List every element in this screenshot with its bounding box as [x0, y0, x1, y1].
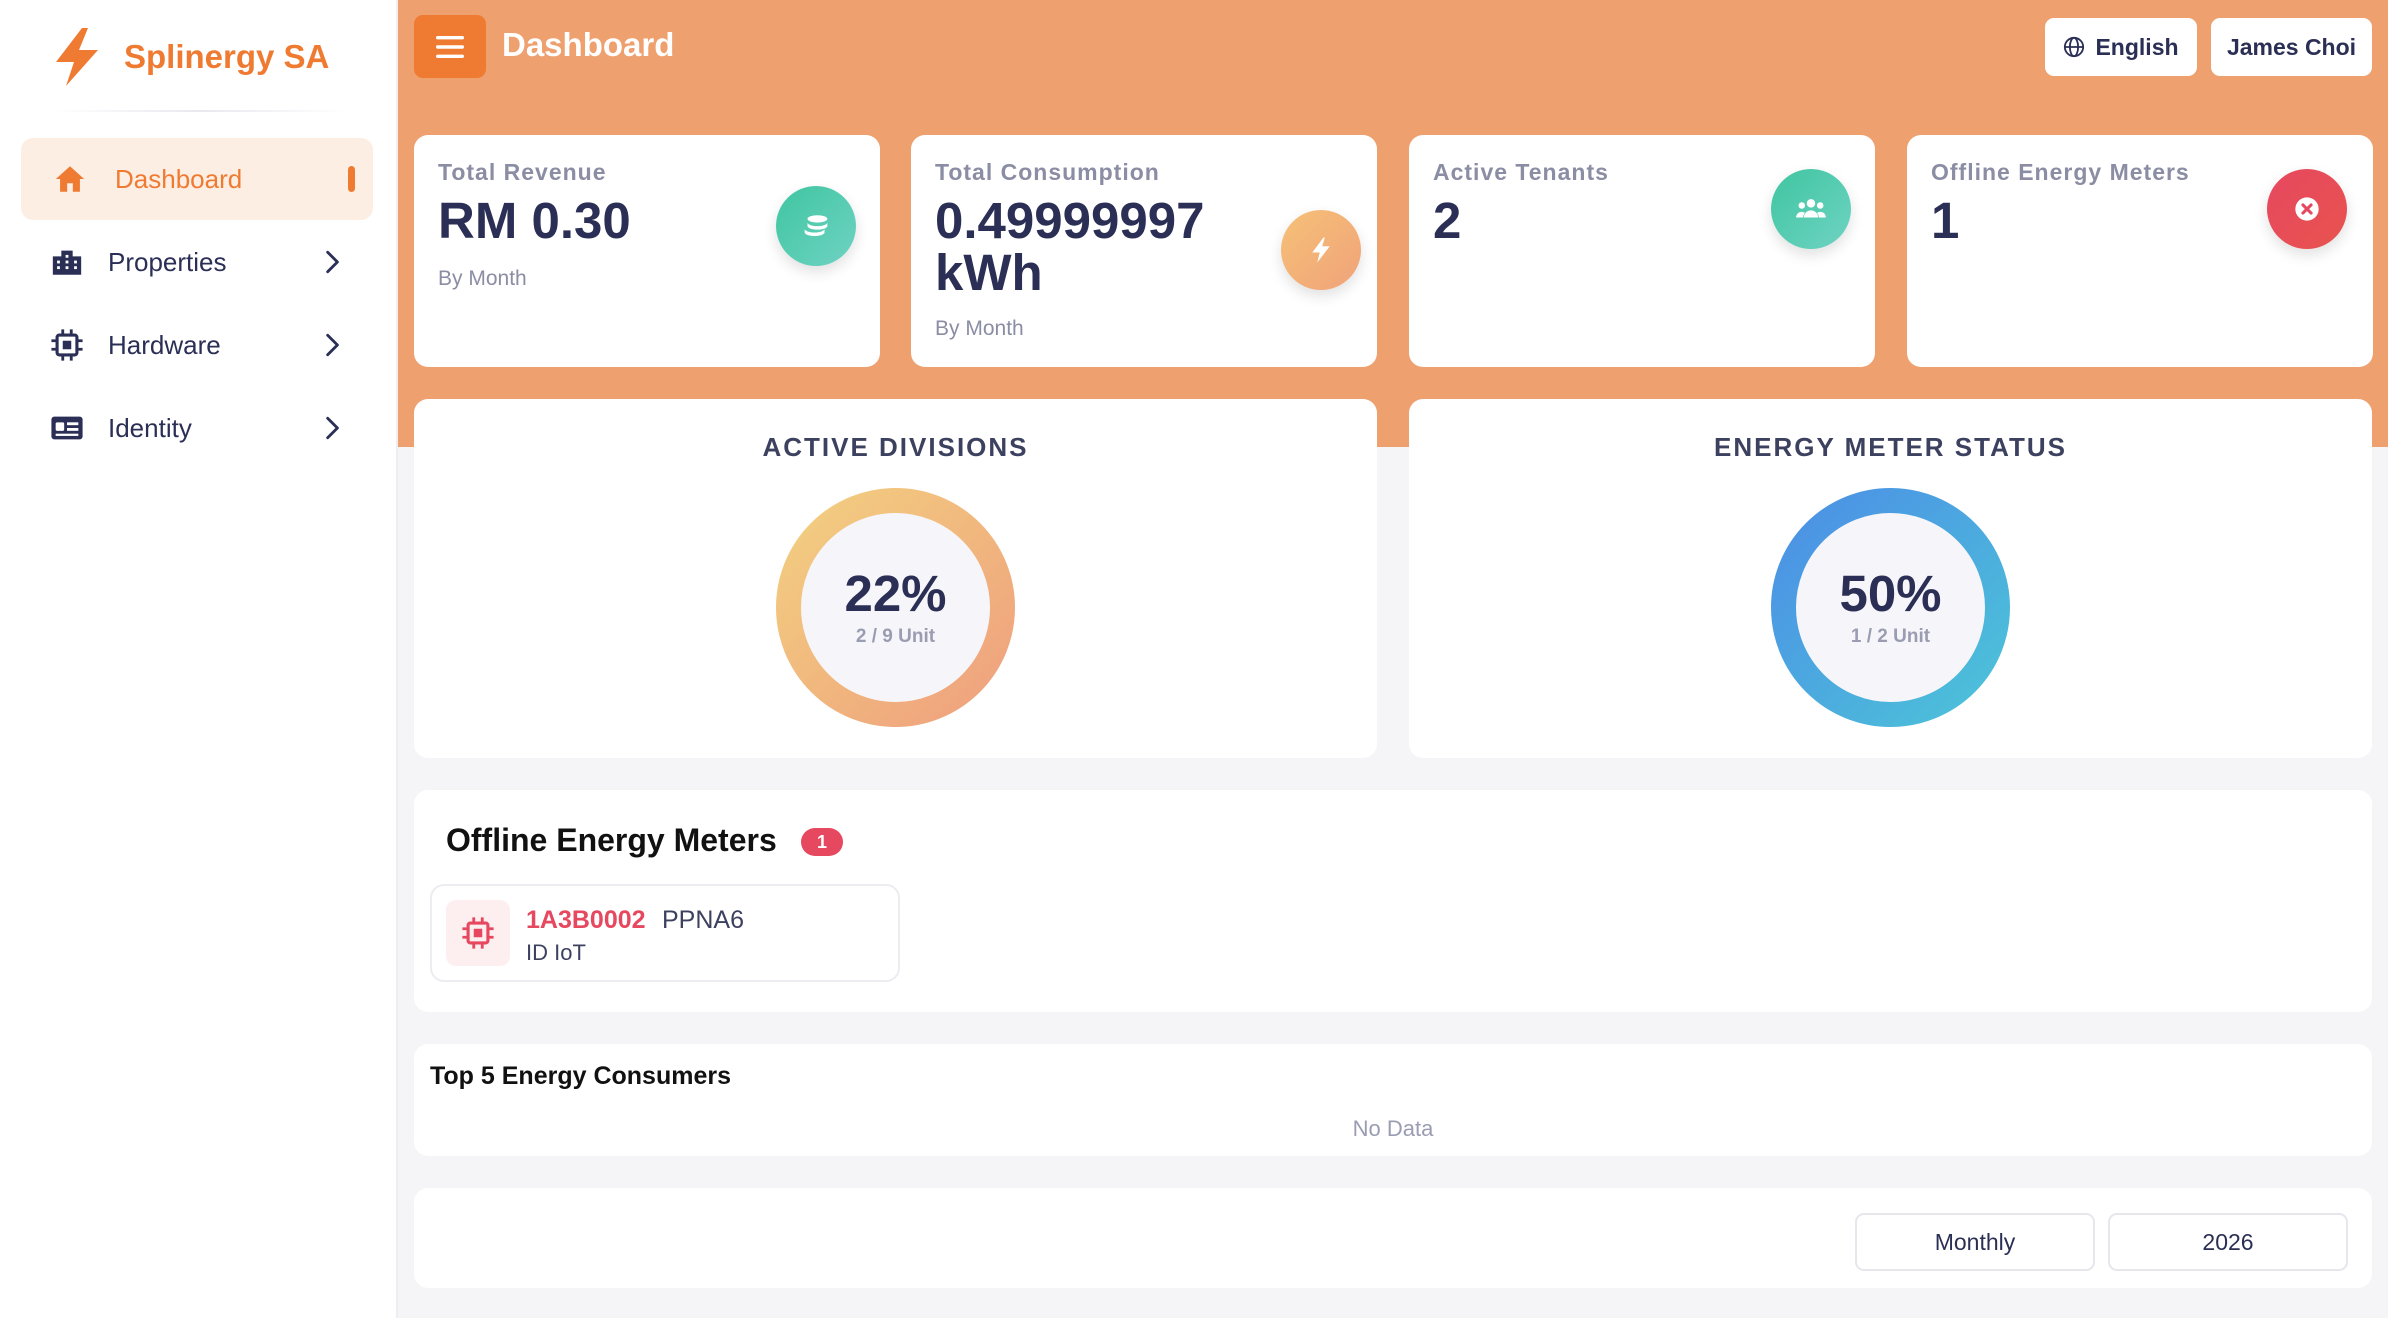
- stat-card-total-revenue: Total Revenue RM 0.30 By Month: [414, 135, 880, 367]
- active-divisions-center: 22% 2 / 9 Unit: [775, 487, 1016, 728]
- stat-label: Total Revenue: [438, 159, 607, 185]
- meter-sub: ID IoT: [526, 940, 586, 965]
- chevron-right-icon: [326, 333, 339, 357]
- sidebar-item-label: Dashboard: [115, 163, 243, 194]
- sidebar-item-dashboard[interactable]: Dashboard: [21, 138, 373, 220]
- chevron-right-icon: [326, 250, 339, 274]
- active-divisions-unit: 2 / 9 Unit: [855, 625, 936, 647]
- stat-value: 1: [1931, 192, 1960, 249]
- stat-card-active-tenants: Active Tenants 2: [1409, 135, 1875, 367]
- user-menu-button[interactable]: James Choi: [2211, 18, 2372, 76]
- stat-label: Total Consumption: [935, 159, 1160, 185]
- building-icon: [50, 245, 84, 279]
- language-label: English: [2095, 33, 2179, 60]
- top-consumers-title: Top 5 Energy Consumers: [430, 1062, 731, 1090]
- stat-card-offline-energy-meters: Offline Energy Meters 1: [1907, 135, 2373, 367]
- brand-logo[interactable]: Splinergy SA: [48, 22, 348, 92]
- sidebar-item-hardware[interactable]: Hardware: [21, 304, 373, 386]
- brand-name: Splinergy SA: [124, 38, 330, 75]
- hamburger-icon: [436, 35, 464, 58]
- id-card-icon: [50, 411, 84, 445]
- sidebar-nav: Dashboard Properties Hardware Identity: [21, 138, 373, 470]
- energy-meter-status-center: 50% 1 / 2 Unit: [1770, 487, 2011, 728]
- meter-id: 1A3B0002: [526, 906, 646, 934]
- active-divisions-title: ACTIVE DIVISIONS: [762, 432, 1029, 462]
- offline-meters-card: Offline Energy Meters 1 1A3B0002 PPNA6 I…: [414, 790, 2372, 1012]
- lightning-logo-icon: [56, 28, 98, 86]
- coins-icon: [776, 186, 856, 266]
- stat-value: 2: [1433, 192, 1462, 249]
- sidebar-item-label: Properties: [108, 246, 227, 277]
- stat-label: Active Tenants: [1433, 159, 1609, 185]
- sidebar: Splinergy SA Dashboard Properties Hardwa…: [0, 0, 398, 1318]
- close-circle-icon: [2267, 169, 2347, 249]
- active-divisions-card: ACTIVE DIVISIONS 22% 2 / 9 Unit: [414, 399, 1377, 758]
- users-icon: [1771, 169, 1851, 249]
- stat-value: 0.49999997 kWh: [935, 192, 1205, 301]
- offline-meters-title: Offline Energy Meters: [446, 822, 777, 858]
- brand-divider: [50, 110, 350, 112]
- stat-sub: By Month: [438, 267, 527, 290]
- page-title: Dashboard: [502, 26, 675, 63]
- active-divisions-percent: 22%: [844, 564, 947, 622]
- offline-count-badge: 1: [801, 828, 843, 856]
- chip-icon: [50, 328, 84, 362]
- offline-meter-item[interactable]: 1A3B0002 PPNA6 ID IoT: [430, 884, 900, 982]
- sidebar-item-label: Hardware: [108, 329, 221, 360]
- top-consumers-empty: No Data: [1352, 1116, 1434, 1141]
- menu-toggle-button[interactable]: [414, 15, 486, 78]
- energy-meter-status-title: ENERGY METER STATUS: [1714, 432, 2067, 462]
- stat-label: Offline Energy Meters: [1931, 159, 2190, 185]
- energy-meter-status-percent: 50%: [1839, 564, 1942, 622]
- sidebar-item-properties[interactable]: Properties: [21, 221, 373, 303]
- sidebar-item-label: Identity: [108, 412, 192, 443]
- filter-card: Monthly 2026: [414, 1188, 2372, 1288]
- globe-icon: [2064, 36, 2085, 58]
- sidebar-item-identity[interactable]: Identity: [21, 387, 373, 469]
- chip-icon: [446, 900, 510, 966]
- year-select[interactable]: 2026: [2108, 1213, 2348, 1271]
- chevron-right-icon: [326, 416, 339, 440]
- stat-value: RM 0.30: [438, 192, 631, 249]
- stat-card-total-consumption: Total Consumption 0.49999997 kWh By Mont…: [911, 135, 1377, 367]
- stat-sub: By Month: [935, 317, 1024, 340]
- period-select[interactable]: Monthly: [1855, 1213, 2095, 1271]
- bolt-icon: [1281, 210, 1361, 290]
- active-indicator: [348, 166, 355, 192]
- top-consumers-card: Top 5 Energy Consumers No Data: [414, 1044, 2372, 1156]
- energy-meter-status-unit: 1 / 2 Unit: [1850, 625, 1931, 647]
- meter-name: PPNA6: [662, 906, 744, 934]
- energy-meter-status-card: ENERGY METER STATUS 50% 1 / 2 Unit: [1409, 399, 2372, 758]
- home-icon: [53, 162, 87, 196]
- language-button[interactable]: English: [2045, 18, 2197, 76]
